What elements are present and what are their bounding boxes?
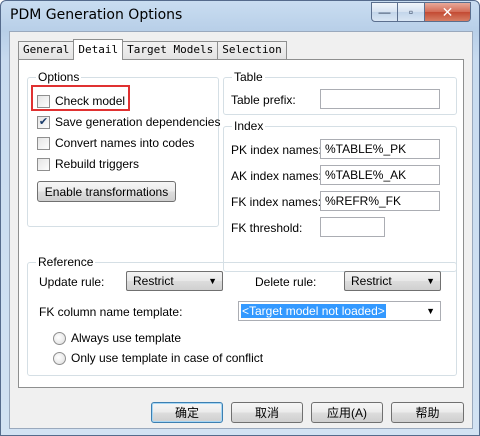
apply-button[interactable]: 应用(A) bbox=[311, 402, 383, 423]
minimize-icon: — bbox=[378, 5, 391, 19]
close-button[interactable]: ✕ bbox=[425, 2, 471, 22]
check-model-label: Check model bbox=[55, 94, 126, 108]
only-conflict-label: Only use template in case of conflict bbox=[71, 351, 264, 365]
check-model-checkbox[interactable] bbox=[37, 94, 50, 108]
dialog-window: PDM Generation Options — ▫ ✕ General Det… bbox=[0, 0, 480, 436]
table-prefix-input[interactable] bbox=[320, 89, 440, 109]
options-group-label: Options bbox=[36, 70, 82, 84]
reference-group-label: Reference bbox=[36, 255, 96, 269]
delete-rule-label: Delete rule: bbox=[255, 275, 317, 289]
minimize-button[interactable]: — bbox=[371, 2, 398, 22]
check-icon: ✔ bbox=[38, 115, 49, 128]
fk-template-combobox[interactable]: <Target model not loaded> ▼ bbox=[238, 301, 441, 321]
index-group-label: Index bbox=[232, 119, 266, 133]
check-model-option[interactable]: Check model bbox=[37, 93, 125, 109]
save-dependencies-label: Save generation dependencies bbox=[55, 115, 221, 129]
update-rule-label: Update rule: bbox=[39, 275, 105, 289]
tab-target-models[interactable]: Target Models bbox=[122, 41, 219, 59]
fk-index-input[interactable]: %REFR%_FK bbox=[320, 191, 440, 211]
rebuild-triggers-checkbox[interactable] bbox=[37, 157, 50, 171]
table-group-label: Table bbox=[232, 70, 265, 84]
delete-rule-value: Restrict bbox=[351, 274, 392, 288]
tab-selection[interactable]: Selection bbox=[217, 41, 287, 59]
ak-index-label: AK index names: bbox=[231, 169, 322, 183]
fk-template-label: FK column name template: bbox=[39, 305, 183, 319]
detail-tab-panel: Options Check model ✔ Save generation de… bbox=[18, 59, 464, 388]
rebuild-triggers-option[interactable]: Rebuild triggers bbox=[37, 156, 139, 172]
help-button[interactable]: 帮助 bbox=[391, 402, 464, 423]
only-conflict-option[interactable]: Only use template in case of conflict bbox=[53, 350, 263, 366]
ok-button[interactable]: 确定 bbox=[151, 402, 223, 423]
chevron-down-icon: ▼ bbox=[208, 276, 217, 286]
ak-index-input[interactable]: %TABLE%_AK bbox=[320, 165, 440, 185]
pk-index-label: PK index names: bbox=[231, 143, 322, 157]
tab-strip: General Detail Target Models Selection bbox=[18, 39, 287, 60]
update-rule-value: Restrict bbox=[133, 274, 174, 288]
always-use-template-radio[interactable] bbox=[53, 331, 66, 345]
title-bar[interactable]: PDM Generation Options — ▫ ✕ bbox=[1, 1, 479, 31]
delete-rule-dropdown[interactable]: Restrict ▼ bbox=[344, 271, 441, 291]
maximize-button[interactable]: ▫ bbox=[398, 2, 425, 22]
always-use-template-option[interactable]: Always use template bbox=[53, 330, 181, 346]
window-title: PDM Generation Options bbox=[10, 7, 183, 23]
cancel-button[interactable]: 取消 bbox=[231, 402, 303, 423]
pk-index-input[interactable]: %TABLE%_PK bbox=[320, 139, 440, 159]
save-dependencies-option[interactable]: ✔ Save generation dependencies bbox=[37, 114, 220, 130]
convert-names-label: Convert names into codes bbox=[55, 136, 195, 150]
tab-general[interactable]: General bbox=[18, 41, 75, 59]
rebuild-triggers-label: Rebuild triggers bbox=[55, 157, 140, 171]
chevron-down-icon: ▼ bbox=[426, 306, 435, 316]
convert-names-checkbox[interactable] bbox=[37, 136, 50, 150]
table-prefix-label: Table prefix: bbox=[231, 93, 296, 107]
close-icon: ✕ bbox=[441, 3, 454, 20]
always-use-template-label: Always use template bbox=[71, 331, 182, 345]
update-rule-dropdown[interactable]: Restrict ▼ bbox=[126, 271, 223, 291]
enable-transformations-button[interactable]: Enable transformations bbox=[37, 181, 176, 202]
tab-detail[interactable]: Detail bbox=[73, 39, 124, 60]
dialog-client: General Detail Target Models Selection O… bbox=[9, 31, 473, 429]
only-conflict-radio[interactable] bbox=[53, 351, 66, 365]
fk-threshold-label: FK threshold: bbox=[231, 221, 303, 235]
fk-index-label: FK index names: bbox=[231, 195, 322, 209]
save-dependencies-checkbox[interactable]: ✔ bbox=[37, 115, 50, 129]
chevron-down-icon: ▼ bbox=[426, 276, 435, 286]
maximize-icon: ▫ bbox=[408, 5, 414, 19]
fk-template-value: <Target model not loaded> bbox=[241, 304, 386, 318]
convert-names-option[interactable]: Convert names into codes bbox=[37, 135, 194, 151]
fk-threshold-input[interactable] bbox=[320, 217, 385, 237]
